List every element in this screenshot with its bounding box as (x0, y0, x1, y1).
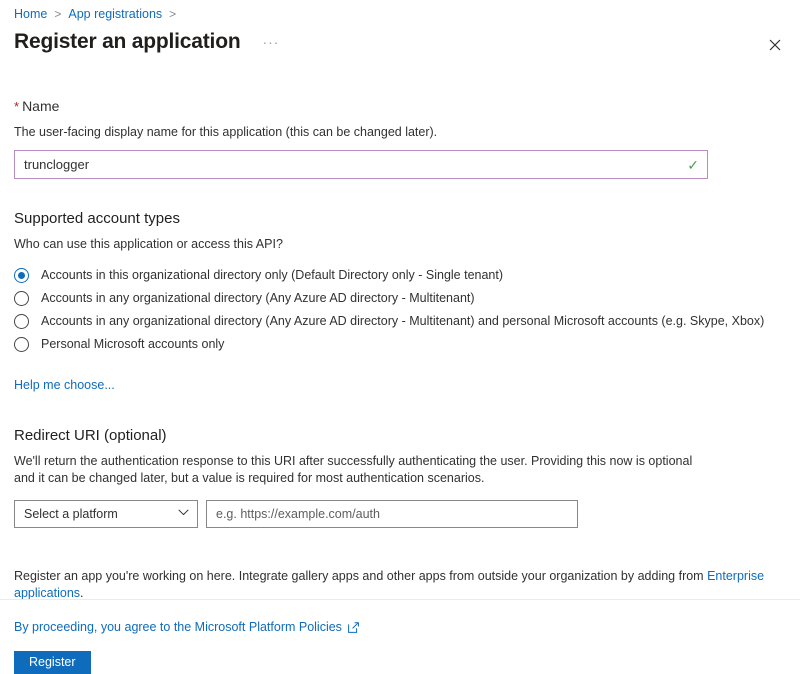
platform-select[interactable]: Select a platform (14, 500, 198, 528)
radio-option-label: Accounts in any organizational directory… (41, 314, 765, 328)
policy-line: By proceeding, you agree to the Microsof… (14, 619, 359, 636)
radio-icon (14, 337, 29, 352)
redirect-uri-input-wrapper[interactable] (206, 500, 578, 528)
breadcrumb-chevron-icon: > (54, 7, 62, 21)
radio-option-label: Accounts in any organizational directory… (41, 291, 475, 305)
more-actions-icon[interactable]: ··· (258, 33, 283, 51)
radio-option-multitenant-and-personal[interactable]: Accounts in any organizational directory… (14, 310, 800, 333)
name-field-description: The user-facing display name for this ap… (14, 125, 438, 139)
redirect-uri-description: We'll return the authentication response… (14, 454, 693, 485)
account-types-radio-group: Accounts in this organizational director… (0, 264, 800, 356)
breadcrumb-item-app-registrations[interactable]: App registrations (68, 6, 162, 22)
name-input[interactable] (15, 151, 688, 178)
radio-icon (14, 268, 29, 283)
account-types-heading: Supported account types (14, 210, 180, 227)
radio-option-personal-only[interactable]: Personal Microsoft accounts only (14, 333, 800, 356)
radio-option-label: Personal Microsoft accounts only (41, 337, 225, 351)
breadcrumb: Home > App registrations > (14, 6, 183, 22)
help-me-choose-link[interactable]: Help me choose... (14, 378, 115, 392)
name-field-label: * Name (14, 88, 800, 117)
footer-divider (0, 599, 800, 600)
page-title: Register an application (14, 30, 241, 53)
redirect-uri-row: Select a platform (14, 500, 800, 528)
required-asterisk: * (14, 99, 20, 114)
footer-note: Register an app you're working on here. … (14, 568, 786, 602)
footer-note-text: Register an app you're working on here. … (14, 569, 708, 583)
radio-option-single-tenant[interactable]: Accounts in this organizational director… (14, 264, 800, 287)
platform-select-value: Select a platform (24, 507, 118, 521)
validation-check-icon: ✓ (687, 156, 699, 173)
footer-note-period: . (80, 586, 84, 600)
chevron-down-icon (178, 509, 189, 519)
name-label-text: Name (22, 98, 60, 114)
redirect-uri-input[interactable] (207, 501, 577, 527)
platform-policies-link[interactable]: By proceeding, you agree to the Microsof… (14, 619, 342, 636)
redirect-uri-heading: Redirect URI (optional) (14, 427, 167, 444)
breadcrumb-chevron-icon: > (169, 7, 177, 21)
breadcrumb-item-home[interactable]: Home (14, 6, 47, 22)
name-input-wrapper[interactable]: ✓ (14, 150, 708, 179)
register-button[interactable]: Register (14, 651, 91, 674)
external-link-icon (348, 622, 359, 633)
radio-icon (14, 291, 29, 306)
radio-option-label: Accounts in this organizational director… (41, 268, 504, 282)
registration-form: * Name The user-facing display name for t… (0, 88, 800, 528)
title-row: Register an application ··· (14, 29, 283, 55)
radio-icon (14, 314, 29, 329)
radio-option-multitenant[interactable]: Accounts in any organizational directory… (14, 287, 800, 310)
close-icon[interactable] (762, 32, 788, 58)
account-types-description: Who can use this application or access t… (14, 237, 283, 251)
